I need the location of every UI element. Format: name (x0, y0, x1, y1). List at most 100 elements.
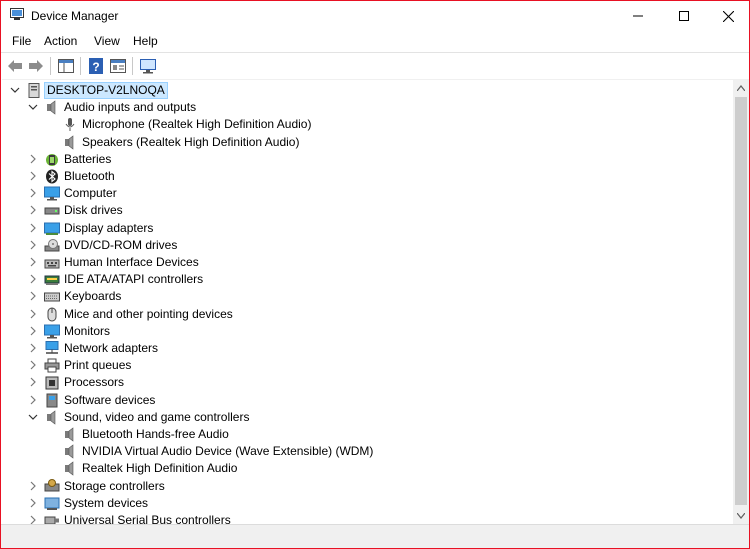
tree-category-node[interactable]: Sound, video and game controllers (2, 409, 733, 426)
storage-controller-icon (44, 478, 60, 492)
forward-button[interactable] (26, 56, 46, 76)
tree-node-label: Microphone (Realtek High Definition Audi… (82, 117, 312, 132)
tree-category-node[interactable]: IDE ATA/ATAPI controllers (2, 271, 733, 288)
speaker-icon (65, 444, 74, 459)
tree-category-node[interactable]: Computer (2, 185, 733, 202)
menu-view[interactable]: View (94, 34, 120, 48)
chevron-right-icon[interactable] (28, 498, 38, 508)
properties-button[interactable] (108, 56, 128, 76)
tree-node-label: NVIDIA Virtual Audio Device (Wave Extens… (82, 444, 374, 459)
tree-node-label: System devices (64, 495, 149, 510)
bluetooth-icon (46, 169, 58, 184)
tree-root-node[interactable]: DESKTOP-V2LNOQA (2, 82, 733, 99)
tree-category-node[interactable]: Bluetooth (2, 168, 733, 185)
ide-controller-icon (44, 275, 60, 286)
tree-category-node[interactable]: Monitors (2, 323, 733, 340)
vertical-scrollbar[interactable] (733, 79, 749, 524)
tree-category-node[interactable]: Print queues (2, 357, 733, 374)
scroll-up-button[interactable] (733, 79, 749, 96)
chevron-down-icon[interactable] (10, 85, 20, 95)
tree-node-label: Print queues (64, 358, 132, 373)
menu-action[interactable]: Action (44, 34, 77, 48)
help-button[interactable]: ? (86, 56, 106, 76)
scroll-down-button[interactable] (733, 507, 749, 524)
chevron-down-icon[interactable] (28, 412, 38, 422)
tree-category-node[interactable]: Storage controllers (2, 478, 733, 495)
scan-monitor-icon (140, 58, 156, 73)
tree-category-node[interactable]: Processors (2, 374, 733, 391)
tree-category-node[interactable]: Software devices (2, 392, 733, 409)
tree-node-label: Storage controllers (64, 478, 165, 493)
minimize-icon (633, 15, 643, 17)
maximize-button[interactable] (661, 1, 707, 31)
tree-node-label: Audio inputs and outputs (64, 100, 197, 115)
toolbar: ? (1, 52, 749, 79)
menu-file[interactable]: File (12, 34, 31, 48)
chevron-right-icon[interactable] (28, 223, 38, 233)
chevron-right-icon[interactable] (28, 343, 38, 353)
chevron-right-icon[interactable] (28, 240, 38, 250)
tree-node-label: Sound, video and game controllers (64, 409, 250, 424)
tree-device-node[interactable]: Realtek High Definition Audio (2, 460, 733, 477)
microphone-icon (65, 118, 75, 132)
speaker-icon (65, 461, 74, 476)
chevron-right-icon[interactable] (28, 154, 38, 164)
tree-category-node[interactable]: DVD/CD-ROM drives (2, 237, 733, 254)
show-hide-console-tree-button[interactable] (56, 56, 76, 76)
tree-category-node[interactable]: Batteries (2, 151, 733, 168)
tree-device-node[interactable]: Bluetooth Hands-free Audio (2, 426, 733, 443)
tree-category-node[interactable]: System devices (2, 495, 733, 512)
scan-hardware-changes-button[interactable] (138, 56, 158, 76)
network-adapter-icon (45, 341, 59, 354)
device-manager-app-icon (10, 8, 24, 20)
title-bar[interactable]: Device Manager (1, 1, 749, 31)
disk-drive-icon (44, 207, 60, 215)
tree-category-node[interactable]: Display adapters (2, 220, 733, 237)
close-button[interactable] (705, 1, 749, 31)
computer-icon (44, 186, 60, 201)
svg-text:?: ? (92, 60, 99, 74)
chevron-right-icon[interactable] (28, 360, 38, 370)
chevron-right-icon[interactable] (28, 274, 38, 284)
tree-root-label: DESKTOP-V2LNOQA (44, 82, 168, 99)
processor-icon (45, 376, 59, 390)
tree-device-node[interactable]: Speakers (Realtek High Definition Audio) (2, 134, 733, 151)
scrollbar-thumb[interactable] (735, 97, 747, 505)
close-icon (722, 10, 734, 22)
chevron-right-icon[interactable] (28, 291, 38, 301)
tree-node-label: Software devices (64, 392, 156, 407)
tree-node-label: Computer (64, 186, 117, 201)
chevron-right-icon[interactable] (28, 326, 38, 336)
mouse-icon (47, 307, 57, 322)
chevron-right-icon[interactable] (28, 377, 38, 387)
tree-category-node[interactable]: Human Interface Devices (2, 254, 733, 271)
keyboard-icon (44, 292, 60, 302)
forward-arrow-icon (29, 60, 43, 72)
tree-category-node[interactable]: Audio inputs and outputs (2, 99, 733, 116)
chevron-right-icon[interactable] (28, 481, 38, 491)
tree-node-label: Batteries (64, 151, 112, 166)
chevron-right-icon[interactable] (28, 171, 38, 181)
chevron-right-icon[interactable] (28, 309, 38, 319)
tree-category-node[interactable]: Disk drives (2, 202, 733, 219)
chevron-down-icon[interactable] (28, 102, 38, 112)
tree-node-label: Realtek High Definition Audio (82, 461, 238, 476)
tree-device-node[interactable]: NVIDIA Virtual Audio Device (Wave Extens… (2, 443, 733, 460)
device-tree[interactable]: DESKTOP-V2LNOQA Audio inputs and outputs… (2, 79, 733, 525)
minimize-button[interactable] (615, 1, 661, 31)
chevron-right-icon[interactable] (28, 395, 38, 405)
chevron-right-icon[interactable] (28, 188, 38, 198)
back-button[interactable] (5, 56, 25, 76)
menu-help[interactable]: Help (133, 34, 158, 48)
tree-device-node[interactable]: Microphone (Realtek High Definition Audi… (2, 116, 733, 133)
tree-node-label: Speakers (Realtek High Definition Audio) (82, 134, 300, 149)
toolbar-separator (50, 57, 51, 75)
tree-category-node[interactable]: Mice and other pointing devices (2, 306, 733, 323)
tree-node-label: Monitors (64, 323, 111, 338)
chevron-right-icon[interactable] (28, 205, 38, 215)
system-device-icon (44, 497, 60, 510)
speaker-icon (47, 100, 56, 115)
tree-category-node[interactable]: Network adapters (2, 340, 733, 357)
tree-category-node[interactable]: Keyboards (2, 288, 733, 305)
chevron-right-icon[interactable] (28, 257, 38, 267)
